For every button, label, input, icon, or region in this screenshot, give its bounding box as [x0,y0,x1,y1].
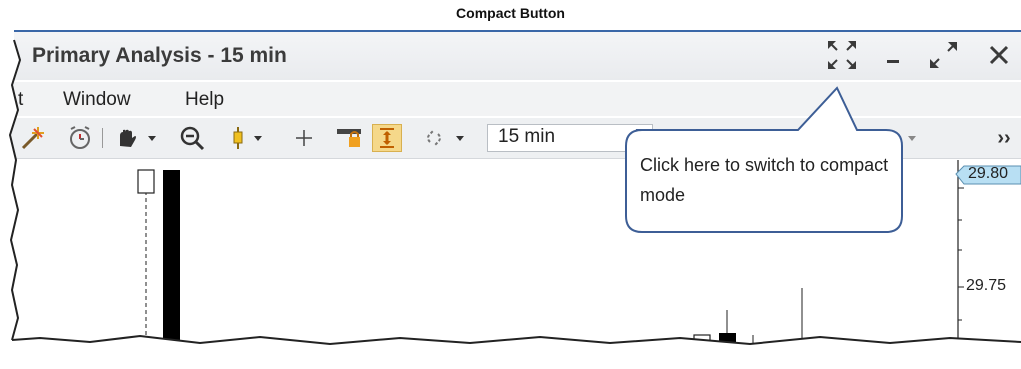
link-icon [427,129,464,147]
price-label-high: 29.80 [968,165,1009,182]
chevron-down-icon [908,136,916,141]
toolbar-divider [102,128,103,148]
candle-body [693,334,711,369]
minimize-icon [887,60,899,63]
candle-body [137,169,155,194]
price-label-mid: 29.75 [966,277,1007,294]
toolbar-overflow-button[interactable]: ›› [990,124,1018,152]
lock-button[interactable] [334,124,364,152]
hand-tool-button[interactable] [114,124,162,152]
alarm-button[interactable] [66,124,94,152]
magic-wand-icon [21,127,44,150]
menu-bar: t Window Help [0,82,1021,116]
candle-body [163,170,180,369]
minimize-button[interactable] [876,38,910,72]
maximize-icon [930,42,957,68]
menu-window[interactable]: Window [63,89,131,111]
compact-button[interactable] [825,38,859,72]
title-bar: Primary Analysis - 15 min [0,30,1021,80]
compact-icon [828,41,856,69]
hidden-dropdown-button[interactable] [890,124,930,152]
autoscale-button[interactable] [372,124,402,152]
crosshair-button[interactable] [290,124,318,152]
zoom-out-button[interactable] [178,124,206,152]
window-title: Primary Analysis - 15 min [32,44,287,67]
close-button[interactable] [982,38,1016,72]
maximize-button[interactable] [926,38,960,72]
candle-icon [233,127,262,149]
close-icon [989,45,1009,65]
menu-help[interactable]: Help [185,89,224,111]
menu-edit-partial[interactable]: t [18,89,23,111]
zoom-out-icon [180,126,205,151]
price-label-low: 29.72 [968,351,1009,368]
interval-select[interactable]: 15 min [487,124,653,152]
magic-wand-button[interactable] [18,124,46,152]
hand-tool-icon [120,129,156,147]
candle-body [719,333,736,369]
chart-style-button[interactable] [228,124,276,152]
link-button[interactable] [424,124,474,152]
padlock-icon [337,129,361,147]
tooltip-text: Click here to switch to compact mode [640,155,889,205]
autoscale-icon [380,128,394,148]
crosshair-icon [296,130,312,146]
page-heading: Compact Button [456,5,565,21]
alarm-clock-icon [70,126,90,149]
